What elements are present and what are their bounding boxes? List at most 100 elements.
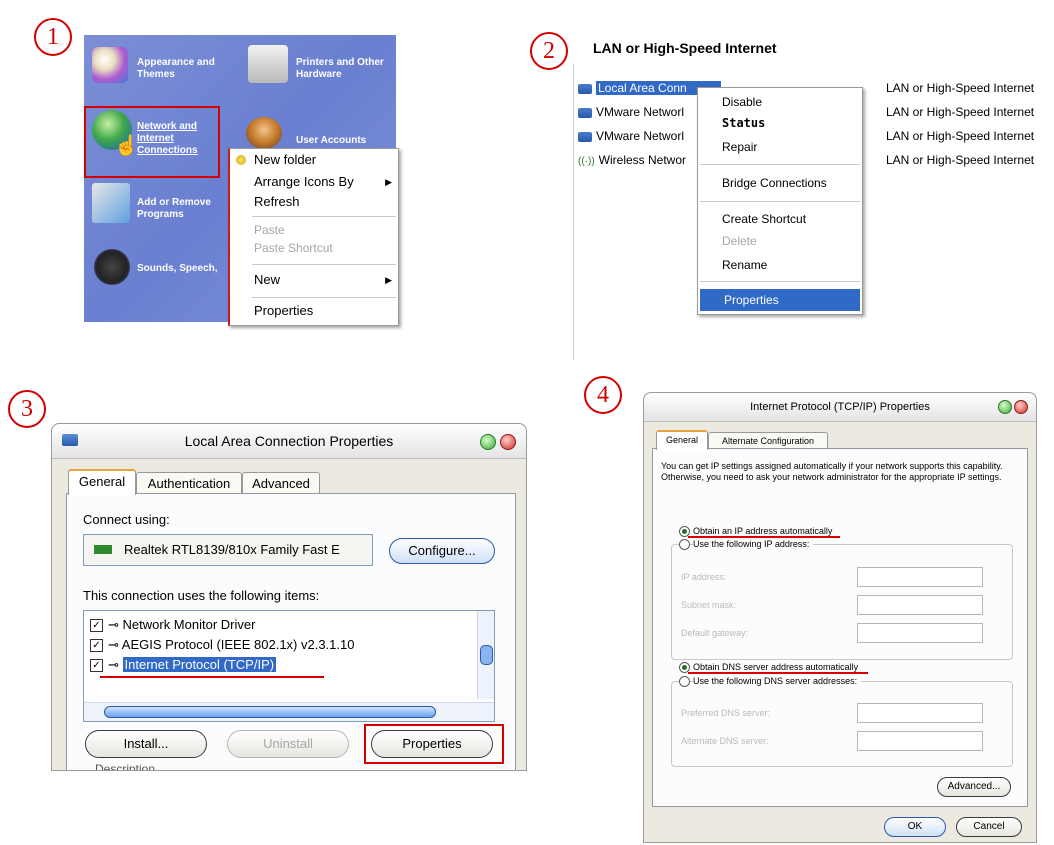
menu-item-paste-shortcut: Paste Shortcut (254, 241, 333, 255)
help-button[interactable] (998, 400, 1012, 414)
menu-separator (252, 264, 396, 265)
cp-item-sounds[interactable]: Sounds, Speech, (137, 263, 232, 275)
connections-group-heading: LAN or High-Speed Internet (593, 40, 777, 56)
menu-item-properties-selected[interactable]: Properties (700, 289, 860, 311)
items-list-label: This connection uses the following items… (83, 588, 320, 603)
menu-item-arrange-icons[interactable]: Arrange Icons By ▶ (230, 171, 398, 193)
cp-item-appearance[interactable]: Appearance and Themes (137, 57, 232, 81)
uninstall-button: Uninstall (227, 730, 349, 758)
step-number-1: 1 (34, 18, 72, 56)
intro-text: You can get IP settings assigned automat… (661, 461, 1003, 482)
menu-item-rename[interactable]: Rename (698, 254, 862, 276)
scroll-thumb[interactable] (104, 706, 436, 718)
printer-icon[interactable] (248, 45, 288, 83)
configure-button[interactable]: Configure... (389, 538, 495, 564)
sounds-icon[interactable] (94, 249, 130, 285)
use-dns-label: Use the following DNS server addresses: (693, 676, 862, 686)
menu-separator (252, 216, 396, 217)
menu-item-new[interactable]: New ▶ (230, 269, 398, 291)
obtain-ip-label: Obtain an IP address automatically (693, 526, 833, 536)
ok-button[interactable]: OK (884, 817, 946, 837)
obtain-dns-label: Obtain DNS server address automatically (693, 662, 859, 672)
desktop-context-menu: New folder Arrange Icons By ▶ Refresh Pas… (228, 148, 399, 326)
step-number-4: 4 (584, 376, 622, 414)
help-button[interactable] (480, 434, 496, 450)
tab-advanced[interactable]: Advanced (242, 472, 320, 494)
connection-row-vmware-1[interactable]: VMware Networl (578, 103, 684, 121)
radio-use-following-ip[interactable] (679, 539, 690, 550)
connection-name: Wireless Networ (598, 153, 687, 167)
static-dns-group (671, 681, 1013, 767)
tab-general[interactable]: General (656, 430, 708, 450)
submenu-arrow-icon: ▶ (385, 177, 392, 187)
menu-separator (700, 164, 860, 165)
use-ip-label: Use the following IP address: (693, 539, 814, 549)
protocol-icon: ⊸ (108, 657, 123, 672)
tab-general[interactable]: General (68, 469, 136, 495)
preferred-dns-field (857, 703, 983, 723)
connection-type: LAN or High-Speed Internet (886, 105, 1035, 119)
menu-item-refresh[interactable]: Refresh (230, 191, 398, 213)
tcpip-underline-annotation (100, 676, 324, 678)
connection-name: VMware Networl (596, 105, 685, 119)
component-item[interactable]: ⊸ Network Monitor Driver (108, 617, 255, 633)
default-gateway-label: Default gateway: (681, 628, 749, 638)
radio-use-following-dns[interactable] (679, 676, 690, 687)
alternate-dns-field (857, 731, 983, 751)
user-accounts-icon[interactable] (246, 117, 282, 149)
subnet-mask-label: Subnet mask: (681, 600, 737, 610)
install-button[interactable]: Install... (85, 730, 207, 758)
connection-type: LAN or High-Speed Internet (886, 153, 1035, 167)
components-list: ✓ ⊸ Network Monitor Driver ✓ ⊸ AEGIS Pro… (83, 610, 495, 722)
alternate-dns-label: Alternate DNS server: (681, 736, 769, 746)
component-label: Internet Protocol (TCP/IP) (122, 657, 277, 672)
network-connection-icon (578, 83, 592, 94)
menu-item-arrange-icons-label: Arrange Icons By (254, 174, 354, 189)
dialog-title-bar: Local Area Connection Properties (52, 424, 526, 459)
connection-type: LAN or High-Speed Internet (886, 129, 1035, 143)
cp-item-user-accounts[interactable]: User Accounts (296, 135, 391, 147)
step-number-3: 3 (8, 390, 46, 428)
menu-item-new-label: New (254, 272, 281, 287)
component-label: Network Monitor Driver (122, 617, 256, 632)
adapter-name: Realtek RTL8139/810x Family Fast E (124, 542, 340, 557)
horizontal-scrollbar[interactable] (84, 702, 494, 721)
cp-item-printers[interactable]: Printers and Other Hardware (296, 57, 396, 81)
dialog-title-bar: Internet Protocol (TCP/IP) Properties (644, 393, 1036, 422)
connection-name: VMware Networl (596, 129, 685, 143)
tab-authentication[interactable]: Authentication (136, 472, 242, 494)
tcpip-properties-dialog: Internet Protocol (TCP/IP) Properties Ge… (643, 392, 1037, 843)
component-item[interactable]: ⊸ AEGIS Protocol (IEEE 802.1x) v2.3.1.10 (108, 637, 354, 653)
properties-highlight-box (364, 724, 504, 764)
menu-item-new-folder[interactable]: New folder (230, 149, 398, 171)
add-remove-programs-icon[interactable] (92, 183, 130, 223)
dialog-title: Internet Protocol (TCP/IP) Properties (750, 401, 930, 413)
appearance-themes-icon[interactable] (92, 47, 128, 83)
connection-row-vmware-2[interactable]: VMware Networl (578, 127, 684, 145)
step-number-2: 2 (530, 32, 568, 70)
menu-item-properties[interactable]: Properties (230, 300, 398, 322)
cp-item-add-remove[interactable]: Add or Remove Programs (137, 197, 222, 221)
checkbox-aegis[interactable]: ✓ (90, 639, 103, 652)
close-button[interactable] (1014, 400, 1028, 414)
checkbox-network-monitor[interactable]: ✓ (90, 619, 103, 632)
connection-context-menu: Disable Status Repair Bridge Connections… (697, 87, 863, 315)
cancel-button[interactable]: Cancel (956, 817, 1022, 837)
component-item-selected[interactable]: ⊸ Internet Protocol (TCP/IP) (108, 657, 277, 673)
tab-alternate-configuration[interactable]: Alternate Configuration (708, 432, 828, 449)
menu-item-create-shortcut[interactable]: Create Shortcut (698, 208, 862, 230)
network-connection-icon (578, 107, 592, 118)
advanced-button[interactable]: Advanced... (937, 777, 1011, 797)
menu-item-status[interactable]: Status (698, 112, 862, 134)
close-button[interactable] (500, 434, 516, 450)
vertical-scrollbar[interactable] (477, 611, 494, 699)
menu-item-repair[interactable]: Repair (698, 136, 862, 158)
connection-row-wireless[interactable]: ((·)) Wireless Networ (578, 151, 686, 171)
menu-separator (700, 281, 860, 282)
menu-item-disable[interactable]: Disable (698, 91, 862, 113)
menu-item-bridge-connections[interactable]: Bridge Connections (698, 172, 862, 194)
menu-item-delete: Delete (722, 234, 757, 248)
scroll-thumb[interactable] (480, 645, 493, 665)
network-item-highlight-box (84, 106, 220, 178)
checkbox-tcpip[interactable]: ✓ (90, 659, 103, 672)
